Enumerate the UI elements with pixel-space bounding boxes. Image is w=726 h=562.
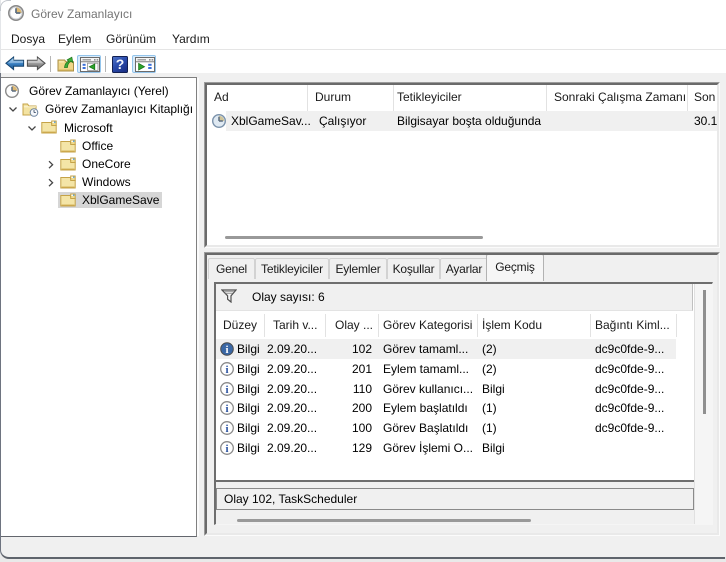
svg-text:i: i xyxy=(225,403,228,415)
svg-text:i: i xyxy=(225,384,228,396)
svg-text:i: i xyxy=(225,423,228,435)
svg-text:?: ? xyxy=(116,56,125,72)
svg-text:i: i xyxy=(225,364,228,376)
svg-text:i: i xyxy=(225,443,228,455)
svg-text:i: i xyxy=(225,344,228,356)
